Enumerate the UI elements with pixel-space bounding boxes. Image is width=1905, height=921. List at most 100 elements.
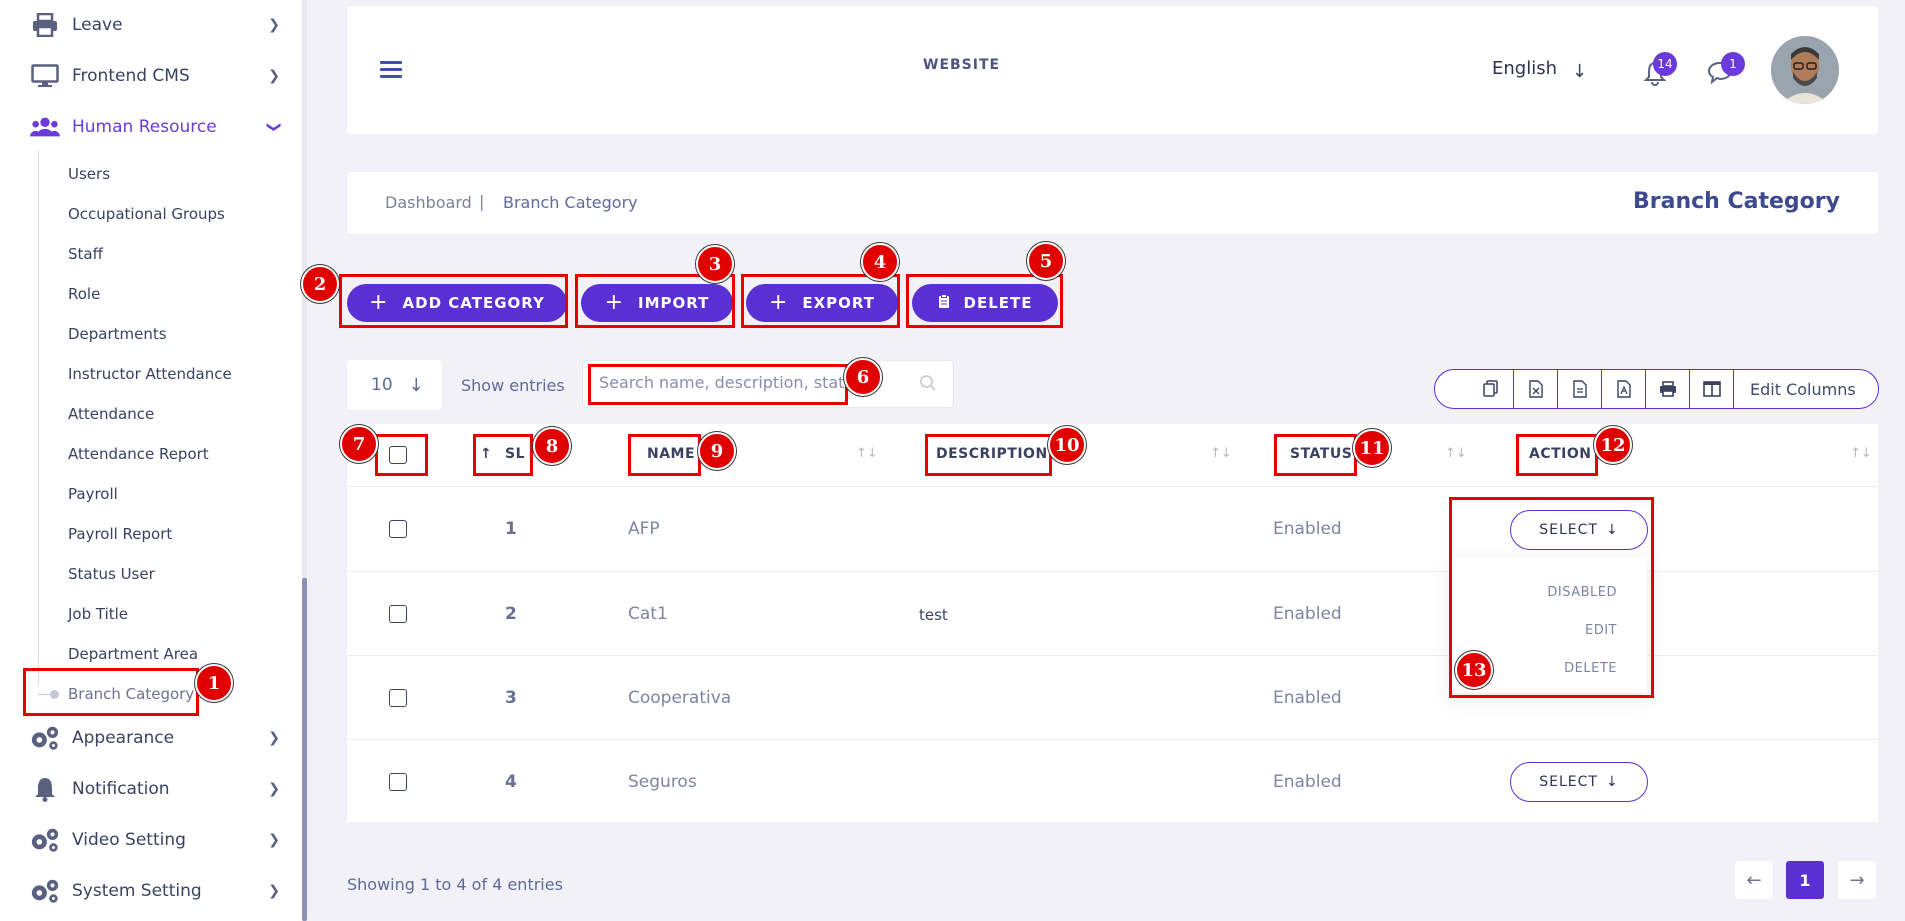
annotation-number: 3 xyxy=(696,245,734,283)
next-page-button[interactable]: → xyxy=(1838,861,1876,899)
chevron-right-icon: ❯ xyxy=(268,832,280,848)
submenu-item-users[interactable]: Users xyxy=(68,163,110,185)
sort-icon[interactable]: ↑↓ xyxy=(1210,446,1232,461)
top-header: WEBSITE English ↓ 14 1 xyxy=(347,6,1878,134)
sort-icon[interactable]: ↑↓ xyxy=(1850,446,1872,461)
cell-name: AFP xyxy=(628,519,660,539)
annotation-box xyxy=(741,274,900,328)
excel-button[interactable] xyxy=(1513,370,1557,408)
bell-icon xyxy=(30,776,60,802)
print-button[interactable] xyxy=(1645,370,1689,408)
arrow-down-icon: ↓ xyxy=(1605,774,1619,790)
notification-bell[interactable]: 14 xyxy=(1643,52,1677,90)
annotation-box xyxy=(925,434,1052,476)
row-action-select[interactable]: SELECT ↓ xyxy=(1510,762,1648,802)
sidebar-item-human-resource[interactable]: Human Resource ❯ xyxy=(30,111,286,143)
sidebar-item-video-setting[interactable]: Video Setting ❯ xyxy=(30,824,286,856)
sidebar-item-appearance[interactable]: Appearance ❯ xyxy=(30,722,286,754)
printer-icon xyxy=(1659,381,1676,397)
submenu-item-attendance[interactable]: Attendance xyxy=(68,403,154,425)
sidebar-item-leave[interactable]: Leave ❯ xyxy=(30,9,286,41)
search-icon[interactable] xyxy=(919,374,937,396)
chevron-right-icon: ❯ xyxy=(268,883,280,899)
annotation-number: 9 xyxy=(698,432,736,470)
submenu-item-status-user[interactable]: Status User xyxy=(68,563,155,585)
cell-name: Seguros xyxy=(628,772,697,792)
annotation-number: 8 xyxy=(533,427,571,465)
chevron-right-icon: ❯ xyxy=(268,730,280,746)
sidebar-item-label: Leave xyxy=(72,15,123,35)
submenu-item-instructor-attendance[interactable]: Instructor Attendance xyxy=(68,363,232,385)
entries-info: Showing 1 to 4 of 4 entries xyxy=(347,875,563,894)
row-checkbox[interactable] xyxy=(389,520,407,538)
annotation-number: 11 xyxy=(1353,429,1391,467)
gears-icon xyxy=(30,878,60,904)
submenu-item-staff[interactable]: Staff xyxy=(68,243,103,265)
annotation-box xyxy=(628,434,701,476)
select-label: SELECT xyxy=(1539,774,1598,790)
breadcrumb-dashboard[interactable]: Dashboard xyxy=(385,193,472,212)
annotation-box xyxy=(1516,434,1598,476)
submenu-item-department-area[interactable]: Department Area xyxy=(68,643,198,665)
submenu-item-departments[interactable]: Departments xyxy=(68,323,167,345)
copy-button[interactable] xyxy=(1469,370,1513,408)
submenu-item-payroll-report[interactable]: Payroll Report xyxy=(68,523,172,545)
sidebar-item-notification[interactable]: Notification ❯ xyxy=(30,773,286,805)
sidebar-item-frontend-cms[interactable]: Frontend CMS ❯ xyxy=(30,60,286,92)
table-row: 4 Seguros Enabled SELECT ↓ xyxy=(347,740,1878,824)
hamburger-menu-icon[interactable] xyxy=(380,61,402,79)
users-icon xyxy=(30,114,60,140)
chevron-right-icon: ❯ xyxy=(268,781,280,797)
sidebar-item-system-setting[interactable]: System Setting ❯ xyxy=(30,875,286,907)
copy-icon xyxy=(1483,380,1498,397)
prev-page-button[interactable]: ← xyxy=(1735,861,1773,899)
messages-button[interactable]: 1 xyxy=(1707,52,1745,88)
annotation-number: 5 xyxy=(1027,242,1065,280)
file-icon xyxy=(1572,380,1587,398)
gears-icon xyxy=(30,827,60,853)
annotation-number: 13 xyxy=(1455,651,1493,689)
arrow-right-icon: → xyxy=(1849,869,1865,891)
avatar[interactable] xyxy=(1771,36,1839,104)
submenu-item-payroll[interactable]: Payroll xyxy=(68,483,118,505)
sidebar-scrollbar-thumb[interactable] xyxy=(302,578,307,921)
row-checkbox[interactable] xyxy=(389,689,407,707)
row-checkbox[interactable] xyxy=(389,605,407,623)
annotation-box xyxy=(23,668,199,716)
cell-description: test xyxy=(919,606,948,624)
show-entries-label: Show entries xyxy=(461,376,565,395)
submenu-item-job-title[interactable]: Job Title xyxy=(68,603,128,625)
page-title: Branch Category xyxy=(1633,189,1840,214)
language-select[interactable]: English xyxy=(1492,58,1557,79)
annotation-number: 4 xyxy=(861,243,899,281)
sort-icon[interactable]: ↑↓ xyxy=(1445,446,1467,461)
excel-icon xyxy=(1528,380,1543,398)
annotation-box xyxy=(906,274,1063,328)
csv-button[interactable] xyxy=(1557,370,1601,408)
cell-sl: 4 xyxy=(505,772,517,792)
breadcrumb-current: Branch Category xyxy=(503,193,638,212)
pdf-icon xyxy=(1616,380,1631,398)
cell-name: Cat1 xyxy=(628,604,668,624)
columns-button[interactable] xyxy=(1689,370,1733,408)
sort-icon[interactable]: ↑↓ xyxy=(856,446,878,461)
row-checkbox[interactable] xyxy=(389,773,407,791)
pdf-button[interactable] xyxy=(1601,370,1645,408)
edit-columns-button[interactable]: Edit Columns xyxy=(1733,370,1878,408)
header-title[interactable]: WEBSITE xyxy=(923,57,1000,73)
sidebar: Leave ❯ Frontend CMS ❯ Human Resource ❯ … xyxy=(0,0,306,921)
notification-badge: 14 xyxy=(1653,52,1677,76)
arrow-down-icon[interactable]: ↓ xyxy=(1572,61,1587,82)
submenu-item-role[interactable]: Role xyxy=(68,283,100,305)
gears-icon xyxy=(30,725,60,751)
annotation-box xyxy=(375,434,428,476)
submenu-item-occupational-groups[interactable]: Occupational Groups xyxy=(68,203,225,225)
cell-name: Cooperativa xyxy=(628,688,732,708)
annotation-box xyxy=(473,434,533,476)
entries-select[interactable]: 10 ↓ xyxy=(347,360,442,410)
table-header: ↑ SL NAME ↑↓ DESCRIPTION ↑↓ STATUS ↑↓ AC… xyxy=(347,424,1878,487)
breadcrumb: Dashboard | Branch Category Branch Categ… xyxy=(347,172,1878,234)
page-button-1[interactable]: 1 xyxy=(1786,861,1824,899)
cell-status: Enabled xyxy=(1273,604,1342,624)
submenu-item-attendance-report[interactable]: Attendance Report xyxy=(68,443,209,465)
